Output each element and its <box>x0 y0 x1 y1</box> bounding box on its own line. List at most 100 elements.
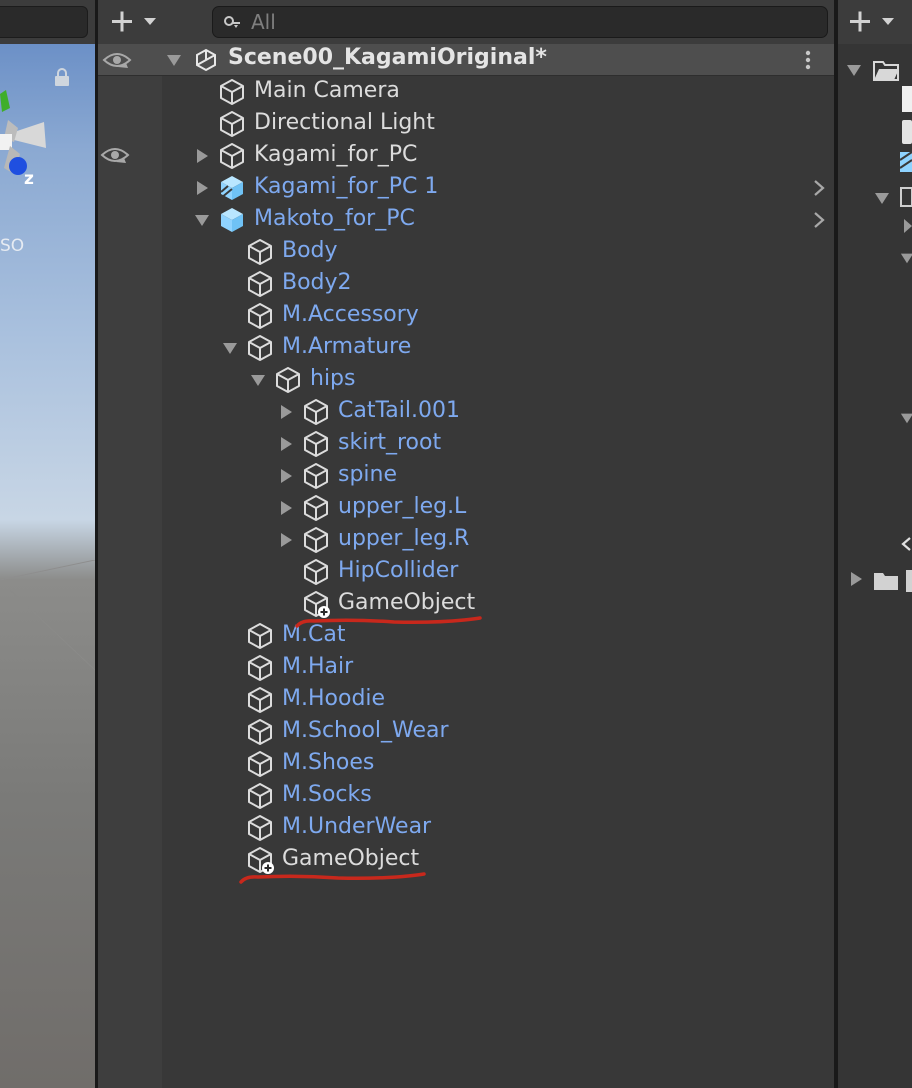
folder-icon <box>874 573 898 590</box>
cube-icon <box>248 655 272 681</box>
hierarchy-row[interactable]: upper_leg.L <box>0 492 834 524</box>
collapse-arrow-icon[interactable] <box>278 468 294 484</box>
hierarchy-row-label: M.School_Wear <box>282 718 449 743</box>
hierarchy-row[interactable]: M.Hair <box>0 652 834 684</box>
hierarchy-toolbar: All <box>98 0 834 45</box>
hierarchy-row-label: Body2 <box>282 270 352 295</box>
hierarchy-row[interactable]: M.Hoodie <box>0 684 834 716</box>
expand-arrow-icon[interactable] <box>222 340 238 356</box>
cube-icon <box>220 111 244 137</box>
search-placeholder: All <box>251 10 276 34</box>
cube-icon <box>304 495 328 521</box>
hierarchy-row[interactable]: HipCollider <box>0 556 834 588</box>
image-icon <box>900 187 912 207</box>
hierarchy-row[interactable]: Body <box>0 236 834 268</box>
hierarchy-row[interactable]: hips <box>0 364 834 396</box>
more-options-icon[interactable] <box>802 49 814 71</box>
search-input[interactable]: All <box>212 6 828 38</box>
hierarchy-row-label: Kagami_for_PC <box>254 142 418 167</box>
hierarchy-row[interactable]: M.School_Wear <box>0 716 834 748</box>
hierarchy-row-label: Body <box>282 238 338 263</box>
hierarchy-row[interactable]: Main Camera <box>0 76 834 108</box>
hierarchy-row[interactable]: Directional Light <box>0 108 834 140</box>
expand-arrow-icon[interactable] <box>166 52 182 68</box>
hierarchy-row-label: upper_leg.R <box>338 526 470 551</box>
hierarchy-row[interactable]: M.Socks <box>0 780 834 812</box>
project-panel[interactable] <box>838 44 912 1088</box>
expand-arrow-icon[interactable] <box>250 372 266 388</box>
cube-icon <box>276 367 300 393</box>
folder-open-icon <box>873 61 899 81</box>
collapse-arrow-icon[interactable] <box>278 532 294 548</box>
eye-icon[interactable] <box>100 145 130 165</box>
hierarchy-row[interactable]: Body2 <box>0 268 834 300</box>
collapse-arrow-icon[interactable] <box>278 404 294 420</box>
red-underline-annotation <box>239 872 426 884</box>
collapse-arrow-icon[interactable] <box>194 148 210 164</box>
scene-title: Scene00_KagamiOriginal* <box>228 45 547 70</box>
cube-icon <box>248 815 272 841</box>
scene-header-row[interactable]: Scene00_KagamiOriginal* <box>98 44 834 76</box>
cube-icon <box>248 303 272 329</box>
cube-icon <box>248 687 272 713</box>
cube-icon <box>304 399 328 425</box>
eye-icon[interactable] <box>102 50 132 70</box>
hierarchy-row[interactable]: M.Accessory <box>0 300 834 332</box>
collapse-arrow-icon[interactable] <box>848 570 864 588</box>
expand-arrow-icon[interactable] <box>846 62 862 78</box>
asset-thumbnail[interactable] <box>902 120 912 144</box>
hierarchy-row-label: upper_leg.L <box>338 494 467 519</box>
back-arrow-icon[interactable] <box>900 536 912 552</box>
hierarchy-row[interactable]: M.UnderWear <box>0 812 834 844</box>
cube-icon <box>248 239 272 265</box>
prefab-variant-icon[interactable] <box>900 150 912 174</box>
cube-icon <box>220 79 244 105</box>
chevron-right-icon[interactable] <box>812 211 826 229</box>
hierarchy-row-label: Kagami_for_PC 1 <box>254 174 439 199</box>
collapse-arrow-icon[interactable] <box>278 500 294 516</box>
hierarchy-row-label: M.Hoodie <box>282 686 386 711</box>
hierarchy-row[interactable]: M.Shoes <box>0 748 834 780</box>
expand-arrow-icon[interactable] <box>194 212 210 228</box>
project-toolbar <box>838 0 912 45</box>
chevron-right-icon[interactable] <box>812 179 826 197</box>
cube-icon <box>248 335 272 361</box>
expand-arrow-icon[interactable] <box>900 410 912 426</box>
scene-toolbar-field[interactable] <box>0 6 88 38</box>
asset-thumbnail[interactable] <box>902 86 912 112</box>
add-button[interactable] <box>110 8 160 36</box>
hierarchy-row[interactable]: Kagami_for_PC 1 <box>0 172 834 204</box>
hierarchy-row[interactable]: upper_leg.R <box>0 524 834 556</box>
expand-arrow-icon[interactable] <box>874 190 890 206</box>
collapse-arrow-icon[interactable] <box>902 218 912 234</box>
hierarchy-row-label: CatTail.001 <box>338 398 460 423</box>
cube-icon <box>304 431 328 457</box>
hierarchy-row[interactable]: skirt_root <box>0 428 834 460</box>
hierarchy-row[interactable]: M.Armature <box>0 332 834 364</box>
hierarchy-row-label: Directional Light <box>254 110 435 135</box>
add-button[interactable] <box>848 8 898 36</box>
cube-icon <box>248 623 272 649</box>
hierarchy-row-label: M.Armature <box>282 334 412 359</box>
unity-scene-icon <box>196 48 216 72</box>
hierarchy-row-label: Main Camera <box>254 78 400 103</box>
folder-icon <box>906 570 912 592</box>
hierarchy-row-label: skirt_root <box>338 430 442 455</box>
collapse-arrow-icon[interactable] <box>194 180 210 196</box>
cube-icon <box>220 143 244 169</box>
hierarchy-row[interactable]: Kagami_for_PC <box>0 140 834 172</box>
hierarchy-row-label: M.Hair <box>282 654 354 679</box>
hierarchy-row-label: spine <box>338 462 398 487</box>
hierarchy-row[interactable]: spine <box>0 460 834 492</box>
hierarchy-row[interactable]: Makoto_for_PC <box>0 204 834 236</box>
collapse-arrow-icon[interactable] <box>278 436 294 452</box>
scene-toolbar <box>0 0 95 44</box>
cube-icon <box>248 751 272 777</box>
hierarchy-row[interactable]: CatTail.001 <box>0 396 834 428</box>
prefab-icon <box>221 208 243 232</box>
cube-icon <box>304 559 328 585</box>
cube-icon <box>304 463 328 489</box>
expand-arrow-icon[interactable] <box>900 250 912 266</box>
cube-icon <box>304 527 328 553</box>
hierarchy-row-label: M.Accessory <box>282 302 419 327</box>
